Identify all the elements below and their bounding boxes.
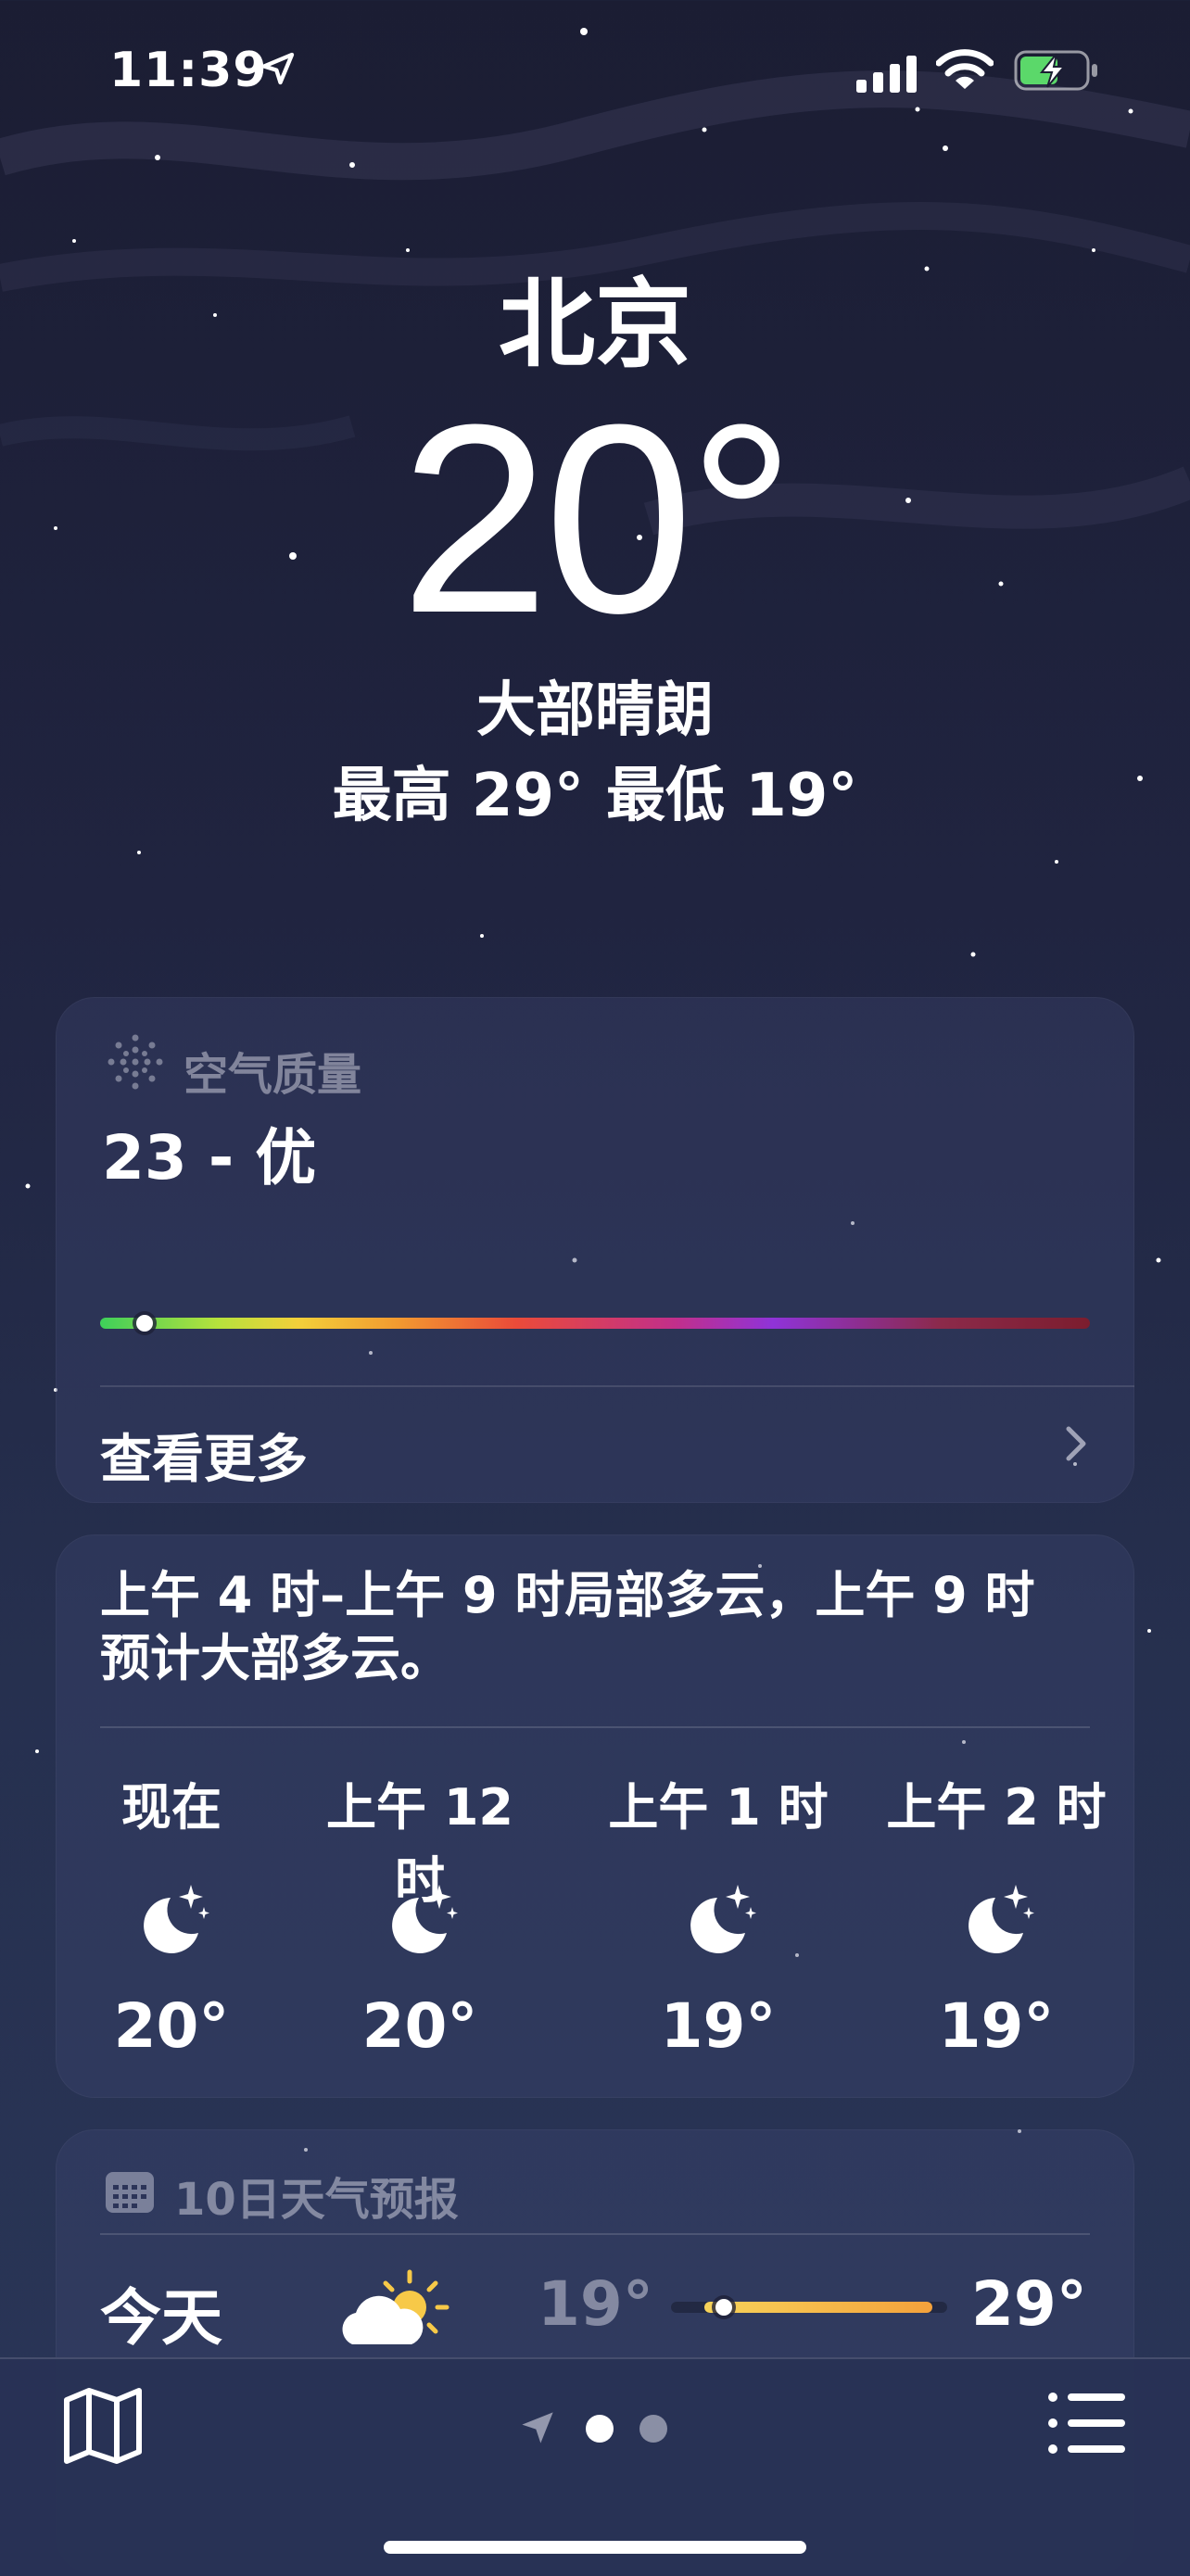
- map-icon[interactable]: [61, 2387, 145, 2465]
- hour-label: 上午 1 时: [608, 1778, 829, 1837]
- star: [1055, 860, 1058, 864]
- location-page-icon: [522, 2412, 553, 2443]
- star: [155, 155, 160, 160]
- condition-text: 大部晴朗: [476, 676, 714, 745]
- page-dot: [639, 2415, 667, 2443]
- hour-temp: 20°: [361, 1990, 478, 2062]
- star: [349, 162, 355, 168]
- hour-temp: 19°: [660, 1990, 777, 2062]
- hour-temp: 20°: [113, 1990, 230, 2062]
- bottom-toolbar: [0, 2357, 1190, 2576]
- hour-item: 上午 1 时 19°: [602, 1766, 834, 2062]
- star: [580, 28, 588, 35]
- day-high-temp: 29°: [971, 2268, 1087, 2340]
- status-bar: 11:39: [0, 37, 1190, 102]
- wifi-icon: [936, 49, 994, 89]
- hour-item: 上午 2 时 19°: [880, 1766, 1112, 2062]
- current-weather-header: 北京 20° 大部晴朗 最高 29° 最低 19°: [0, 264, 1190, 833]
- star: [72, 239, 76, 243]
- current-temp-indicator: [715, 2299, 732, 2316]
- star: [1092, 248, 1095, 252]
- moon-stars-icon: [392, 1885, 458, 1953]
- list-icon[interactable]: [1047, 2391, 1127, 2456]
- hour-temp: 19°: [938, 1990, 1055, 2062]
- star: [406, 248, 410, 252]
- star: [915, 107, 920, 112]
- hour-label: 现在: [121, 1778, 222, 1837]
- star: [480, 934, 484, 938]
- page-dot-current: [586, 2415, 614, 2443]
- hour-item: 现在 20°: [56, 1766, 287, 2062]
- star: [1156, 1257, 1161, 1263]
- air-quality-title: 空气质量: [184, 1049, 362, 1101]
- status-time: 11:39: [109, 43, 268, 98]
- city-name: 北京: [498, 268, 691, 381]
- divider: [100, 1726, 1090, 1728]
- air-quality-card[interactable]: 空气质量 23 - 优 查看更多: [56, 997, 1134, 1503]
- moon-stars-icon: [144, 1885, 209, 1953]
- ten-day-title: 10日天气预报: [174, 2174, 459, 2226]
- day-label: 今天: [100, 2282, 222, 2354]
- battery-charging-icon: [1014, 50, 1097, 91]
- star: [943, 145, 948, 151]
- calendar-icon: [106, 2172, 154, 2213]
- air-quality-dots-icon: [108, 1034, 163, 1090]
- low-temp: 最低 19°: [606, 762, 858, 830]
- star: [25, 1183, 31, 1189]
- star: [1147, 1629, 1151, 1633]
- hourly-forecast-card[interactable]: 上午 4 时–上午 9 时局部多云，上午 9 时预计大部多云。 现在 20° 上…: [56, 1534, 1134, 2098]
- see-more-label: 查看更多: [100, 1430, 308, 1490]
- star: [970, 952, 976, 957]
- day-low-temp: 19°: [538, 2268, 653, 2340]
- high-low: 最高 29° 最低 19°: [0, 759, 1190, 833]
- star: [702, 127, 707, 133]
- chevron-right-icon: [1066, 1426, 1086, 1461]
- divider: [100, 2233, 1090, 2235]
- star: [35, 1749, 39, 1753]
- current-temperature: 20°: [399, 369, 796, 669]
- location-arrow-icon: [261, 52, 295, 85]
- partly-cloudy-sun-icon: [342, 2269, 449, 2344]
- moon-stars-icon: [690, 1885, 756, 1953]
- temp-range-fill: [704, 2302, 932, 2313]
- moon-stars-icon: [968, 1885, 1034, 1953]
- high-temp: 最高 29°: [332, 762, 584, 830]
- air-quality-indicator: [136, 1315, 154, 1332]
- hour-label: 上午 12 时: [326, 1778, 513, 1910]
- see-more-button[interactable]: 查看更多: [100, 1408, 1090, 1490]
- air-quality-scale-bar: [100, 1318, 1090, 1329]
- hour-item: 上午 12 时 20°: [304, 1766, 536, 2062]
- star: [137, 851, 141, 854]
- air-quality-value: 23 - 优: [102, 1122, 317, 1193]
- home-indicator[interactable]: [384, 2541, 806, 2554]
- cellular-signal-icon: [856, 56, 917, 93]
- page-indicator[interactable]: [519, 2409, 677, 2446]
- hour-label: 上午 2 时: [886, 1778, 1107, 1837]
- star: [1128, 108, 1133, 114]
- forecast-summary: 上午 4 时–上午 9 时局部多云，上午 9 时预计大部多云。: [100, 1566, 1035, 1687]
- divider: [100, 1385, 1134, 1387]
